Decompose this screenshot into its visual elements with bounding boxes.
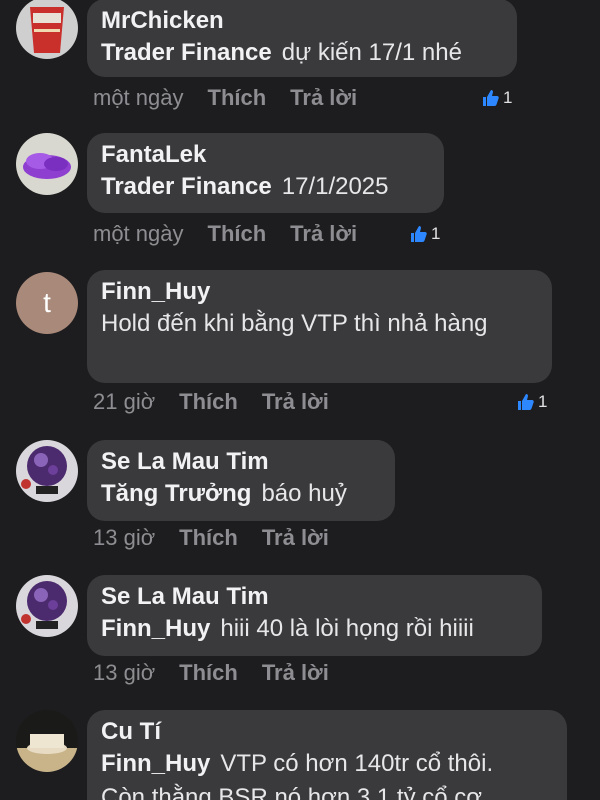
comment-bubble: Cu Tí Finn_Huy VTP có hơn 140tr cổ thôi. … xyxy=(87,710,567,800)
comment-author[interactable]: FantaLek xyxy=(101,140,430,170)
comment-author[interactable]: Finn_Huy xyxy=(101,277,538,307)
comment-body: báo huỷ xyxy=(261,480,347,507)
like-button[interactable]: Thích xyxy=(179,523,238,553)
avatar[interactable] xyxy=(16,575,78,637)
like-count-value: 1 xyxy=(503,88,513,107)
amethyst-ball-icon xyxy=(16,440,78,502)
reply-button[interactable]: Trả lời xyxy=(262,658,329,688)
like-button[interactable]: Thích xyxy=(208,83,267,113)
comment-text: Finn_Huy hiii 40 là lòi họng rồi hiiii xyxy=(101,612,528,646)
like-button[interactable]: Thích xyxy=(179,658,238,688)
comment-feed: MrChicken Trader Finance dự kiến 17/1 nhé… xyxy=(0,0,600,800)
amethyst-ball-icon xyxy=(16,575,78,637)
comment-time: 13 giờ xyxy=(93,525,156,550)
comment-bubble: Se La Mau Tim Tăng Trưởng báo huỷ xyxy=(87,440,395,521)
reply-mention[interactable]: Trader Finance xyxy=(101,173,272,200)
reply-button[interactable]: Trả lời xyxy=(290,83,357,113)
avatar[interactable]: t xyxy=(16,272,78,334)
comment-bubble: FantaLek Trader Finance 17/1/2025 xyxy=(87,133,444,213)
like-count-value: 1 xyxy=(431,224,441,243)
comment-meta: một ngày Thích Trả lời xyxy=(93,219,381,249)
comment-body: 17/1/2025 xyxy=(281,173,389,200)
comment-text: Trader Finance dự kiến 17/1 nhé xyxy=(101,36,503,70)
tea-cup-icon xyxy=(16,710,78,772)
comment-author[interactable]: Se La Mau Tim xyxy=(101,447,381,477)
reply-button[interactable]: Trả lời xyxy=(290,219,357,249)
comment-time: một ngày xyxy=(93,85,184,110)
comment-text: Tăng Trưởng báo huỷ xyxy=(101,477,381,511)
comment-meta: 13 giờ Thích Trả lời xyxy=(93,658,353,688)
reply-button[interactable]: Trả lời xyxy=(262,523,329,553)
comment-author[interactable]: MrChicken xyxy=(101,6,503,36)
avatar[interactable] xyxy=(16,0,78,59)
comment-meta: 13 giờ Thích Trả lời xyxy=(93,523,353,553)
like-button[interactable]: Thích xyxy=(208,219,267,249)
avatar-initial: t xyxy=(43,287,51,318)
comment-body: Hold đến khi bằng VTP thì nhả hàng xyxy=(101,310,488,337)
comment-bubble: Se La Mau Tim Finn_Huy hiii 40 là lòi họn… xyxy=(87,575,542,656)
comment-time: một ngày xyxy=(93,221,184,246)
like-button[interactable]: Thích xyxy=(179,387,238,417)
avatar[interactable] xyxy=(16,440,78,502)
thumbs-up-icon xyxy=(518,394,534,410)
like-count[interactable]: 1 xyxy=(516,387,547,417)
comment-time: 21 giờ xyxy=(93,389,156,414)
purple-shoes-icon xyxy=(16,133,78,195)
reply-button[interactable]: Trả lời xyxy=(262,387,329,417)
comment-bubble: MrChicken Trader Finance dự kiến 17/1 nhé xyxy=(87,0,517,77)
comment-meta: một ngày Thích Trả lời xyxy=(93,83,381,113)
reply-mention[interactable]: Trader Finance xyxy=(101,39,272,66)
comment-time: 13 giờ xyxy=(93,660,156,685)
thumbs-up-icon xyxy=(411,226,427,242)
comment-text: Finn_Huy VTP có hơn 140tr cổ thôi. xyxy=(101,747,553,781)
comment-author[interactable]: Cu Tí xyxy=(101,717,553,747)
comment-author[interactable]: Se La Mau Tim xyxy=(101,582,528,612)
comment-bubble: Finn_Huy Hold đến khi bằng VTP thì nhả h… xyxy=(87,270,552,383)
thumbs-up-icon xyxy=(483,90,499,106)
reply-mention[interactable]: Tăng Trưởng xyxy=(101,480,251,507)
red-cup-icon xyxy=(16,0,78,59)
comment-body: VTP có hơn 140tr cổ thôi. xyxy=(220,750,494,777)
comment-meta: 21 giờ Thích Trả lời xyxy=(93,387,353,417)
like-count[interactable]: 1 xyxy=(481,83,512,113)
comment-text: Trader Finance 17/1/2025 xyxy=(101,170,430,204)
avatar[interactable] xyxy=(16,133,78,195)
avatar[interactable] xyxy=(16,710,78,772)
reply-mention[interactable]: Finn_Huy xyxy=(101,750,210,777)
comment-body: hiii 40 là lòi họng rồi hiiii xyxy=(220,615,474,642)
comment-text-line2: Còn thằng BSR nó hơn 3,1 tỷ cổ cơ xyxy=(101,784,483,800)
comment-text: Hold đến khi bằng VTP thì nhả hàng xyxy=(101,307,538,341)
reply-mention[interactable]: Finn_Huy xyxy=(101,615,210,642)
comment-body: dự kiến 17/1 nhé xyxy=(281,39,462,66)
like-count-value: 1 xyxy=(538,392,548,411)
like-count[interactable]: 1 xyxy=(409,219,440,249)
